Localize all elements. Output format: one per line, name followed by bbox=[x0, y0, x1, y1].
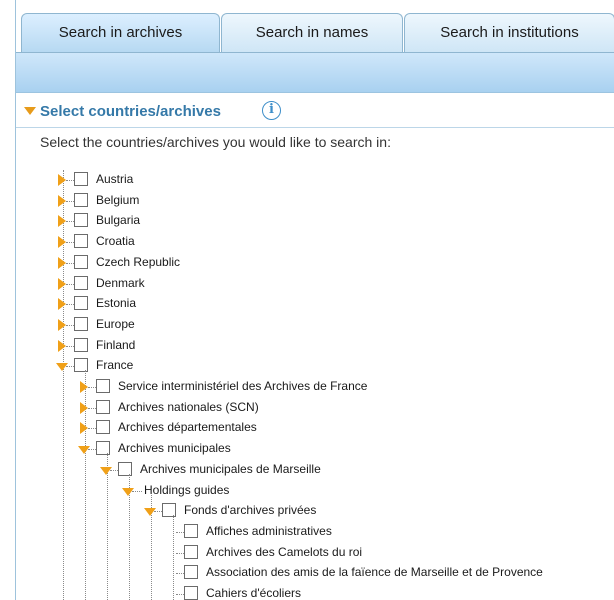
checkbox[interactable] bbox=[184, 523, 198, 538]
checkbox[interactable] bbox=[96, 420, 110, 435]
tree-item-label: Archives municipales bbox=[118, 441, 231, 456]
tree-item-label: Croatia bbox=[96, 234, 135, 249]
expand-open-arrow-icon[interactable] bbox=[144, 508, 156, 517]
expand-closed-arrow-icon[interactable] bbox=[58, 194, 66, 207]
tree-item-archive[interactable]: Archives départementales bbox=[16, 418, 614, 438]
tree-item-country[interactable]: Finland bbox=[16, 336, 614, 356]
checkbox[interactable] bbox=[96, 379, 110, 393]
tree-item-archive[interactable]: Service interministériel des Archives de… bbox=[16, 377, 614, 397]
tree-item-archive[interactable]: Archives municipales de Marseille bbox=[16, 460, 614, 480]
tree-item-document[interactable]: Cahiers d'écoliers bbox=[16, 584, 614, 600]
expand-closed-arrow-icon[interactable] bbox=[80, 422, 88, 435]
tree-item-document[interactable]: Affiches administratives bbox=[16, 522, 614, 542]
tree-item-label: Belgium bbox=[96, 192, 140, 207]
expand-closed-arrow-icon[interactable] bbox=[58, 256, 66, 269]
expand-closed-arrow-icon[interactable] bbox=[58, 318, 66, 331]
checkbox[interactable] bbox=[184, 544, 198, 559]
tree-item-label: Austria bbox=[96, 172, 134, 186]
checkbox[interactable] bbox=[74, 296, 88, 311]
tree-item-label: Archives nationales (SCN) bbox=[118, 399, 259, 414]
tree-item-label: Europe bbox=[96, 316, 135, 331]
tree-item-country[interactable]: Austria bbox=[16, 170, 614, 190]
expand-closed-arrow-icon[interactable] bbox=[58, 339, 66, 352]
expand-closed-arrow-icon[interactable] bbox=[58, 174, 66, 186]
expand-open-arrow-icon[interactable] bbox=[122, 487, 134, 496]
country-archive-tree: Austria Belgium Bulgaria Croatia Czech Repub… bbox=[16, 0, 614, 600]
tree-group-label[interactable]: Holdings guides bbox=[16, 481, 614, 501]
tree-item-label: Affiches administratives bbox=[206, 523, 332, 538]
checkbox[interactable] bbox=[74, 213, 88, 228]
tree-item-country[interactable]: Bulgaria bbox=[16, 211, 614, 231]
tree-item-country[interactable]: Croatia bbox=[16, 232, 614, 252]
expand-closed-arrow-icon[interactable] bbox=[58, 236, 66, 249]
tree-item-archive[interactable]: Archives nationales (SCN) bbox=[16, 398, 614, 418]
tree-item-label: Archives départementales bbox=[118, 420, 257, 435]
checkbox[interactable] bbox=[74, 192, 88, 207]
checkbox[interactable] bbox=[96, 399, 110, 414]
checkbox[interactable] bbox=[184, 565, 198, 580]
tree-item-country[interactable]: France bbox=[16, 356, 614, 376]
tree-item-label: Holdings guides bbox=[144, 482, 230, 497]
checkbox[interactable] bbox=[74, 172, 88, 186]
checkbox[interactable] bbox=[74, 254, 88, 269]
tree-item-country[interactable]: Czech Republic bbox=[16, 253, 614, 273]
tree-item-country[interactable]: Denmark bbox=[16, 274, 614, 294]
tree-item-fonds[interactable]: Fonds d'archives privées bbox=[16, 501, 614, 521]
checkbox[interactable] bbox=[74, 316, 88, 331]
checkbox[interactable] bbox=[74, 337, 88, 352]
tree-item-document[interactable]: Association des amis de la faïence de Ma… bbox=[16, 563, 614, 583]
checkbox[interactable] bbox=[184, 586, 198, 600]
tree-item-label: Service interministériel des Archives de… bbox=[118, 379, 368, 393]
expand-open-arrow-icon[interactable] bbox=[78, 446, 90, 455]
tree-item-country[interactable]: Belgium bbox=[16, 191, 614, 211]
tree-item-country[interactable]: Estonia bbox=[16, 294, 614, 314]
tree-item-label: Denmark bbox=[96, 275, 145, 290]
tree-item-label: Cahiers d'écoliers bbox=[206, 586, 301, 600]
expand-open-arrow-icon[interactable] bbox=[56, 363, 68, 372]
tree-item-label: Czech Republic bbox=[96, 254, 181, 269]
tree-item-label: Finland bbox=[96, 337, 136, 352]
tree-item-document[interactable]: Archives des Camelots du roi bbox=[16, 543, 614, 563]
tree-item-label: Archives municipales de Marseille bbox=[140, 461, 321, 476]
expand-closed-arrow-icon[interactable] bbox=[58, 298, 66, 311]
tree-item-label: Estonia bbox=[96, 296, 137, 311]
tree-item-label: Bulgaria bbox=[96, 213, 141, 228]
tree-item-label: Association des amis de la faïence de Ma… bbox=[206, 565, 543, 580]
tree-item-archive[interactable]: Archives municipales bbox=[16, 439, 614, 459]
tree-item-label: Archives des Camelots du roi bbox=[206, 544, 363, 559]
search-panel: Search in archives Search in names Searc… bbox=[15, 0, 614, 600]
expand-open-arrow-icon[interactable] bbox=[100, 466, 112, 475]
tree-item-label: France bbox=[96, 358, 134, 373]
tree-item-label: Fonds d'archives privées bbox=[184, 503, 317, 518]
expand-closed-arrow-icon[interactable] bbox=[80, 381, 88, 393]
tree-item-country[interactable]: Europe bbox=[16, 315, 614, 335]
expand-closed-arrow-icon[interactable] bbox=[80, 401, 88, 414]
expand-closed-arrow-icon[interactable] bbox=[58, 277, 66, 290]
checkbox[interactable] bbox=[74, 234, 88, 249]
expand-closed-arrow-icon[interactable] bbox=[58, 215, 66, 228]
checkbox[interactable] bbox=[74, 275, 88, 290]
